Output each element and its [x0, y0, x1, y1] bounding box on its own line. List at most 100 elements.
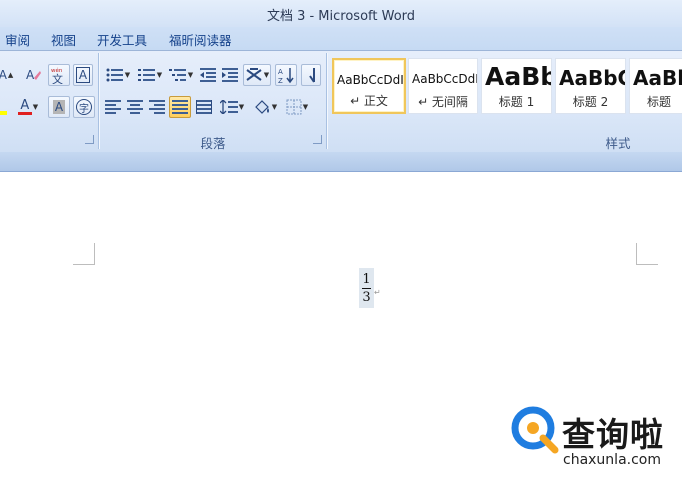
distributed-button[interactable] [194, 96, 214, 118]
fraction-denominator: 3 [362, 289, 371, 305]
style-name: ↵ 正文 [350, 94, 388, 108]
style-sample: AaBl [633, 66, 682, 90]
bullets-button[interactable]: ▼ [103, 64, 133, 86]
group-separator [98, 53, 99, 149]
style-title[interactable]: AaBl 标题 [629, 58, 682, 114]
distributed-icon [196, 100, 212, 114]
style-heading-1[interactable]: AaBb 标题 1 [481, 58, 552, 114]
fraction-equation[interactable]: 1 3 [359, 268, 374, 308]
align-center-icon [127, 100, 143, 114]
font-dialog-launcher[interactable] [85, 135, 94, 144]
tab-view[interactable]: 视图 [51, 30, 76, 49]
svg-text:A: A [278, 68, 283, 76]
align-left-button[interactable] [103, 96, 123, 118]
chevron-down-icon: ▼ [238, 103, 245, 111]
grow-font-icon: A [0, 68, 7, 82]
chevron-down-icon: ▼ [32, 103, 39, 111]
clear-format-button[interactable]: A [22, 64, 44, 86]
ribbon-bottom-strip [0, 152, 682, 172]
char-shading-button[interactable]: A [48, 96, 70, 118]
style-name: ↵ 无间隔 [418, 95, 468, 109]
margin-corner-left [73, 243, 95, 265]
chevron-down-icon: ▼ [271, 103, 278, 111]
style-sample: AaBbCcDdI [337, 73, 404, 87]
svg-text:A: A [26, 68, 35, 82]
chevron-down-icon: ▼ [302, 103, 309, 111]
borders-button[interactable]: ▼ [282, 96, 312, 118]
show-marks-button[interactable] [301, 64, 321, 86]
paragraph-dialog-launcher[interactable] [313, 135, 322, 144]
watermark-logo-icon [511, 406, 559, 454]
align-center-button[interactable] [125, 96, 145, 118]
font-color-icon: A [17, 98, 32, 115]
align-right-button[interactable] [147, 96, 167, 118]
line-spacing-button[interactable]: ▼ [218, 96, 246, 118]
decrease-indent-button[interactable] [198, 64, 218, 86]
borders-icon [286, 99, 302, 115]
sort-button[interactable]: A Z [275, 64, 297, 86]
chevron-down-icon: ▼ [156, 71, 163, 79]
word-window: 文档 3 - Microsoft Word 审阅 视图 开发工具 福昕阅读器 A… [0, 0, 682, 490]
group-separator [326, 53, 327, 149]
font-color-button[interactable]: A ▼ [12, 96, 44, 118]
grow-font-button[interactable]: A ▲ [0, 64, 16, 86]
svg-text:文: 文 [52, 72, 63, 84]
tab-review[interactable]: 审阅 [5, 30, 30, 49]
decrease-indent-icon [200, 68, 216, 82]
ribbon: A ▲ A wén 文 A A ▼ A 字 ▼ ▼ ▼ ▼ A Z ▼ ▼ ▼ … [0, 51, 682, 152]
multilevel-list-icon [168, 69, 186, 81]
align-right-icon [149, 100, 165, 114]
justify-icon [172, 100, 188, 114]
caret-icon: ▲ [7, 71, 14, 79]
window-title: 文档 3 - Microsoft Word [266, 9, 416, 24]
tab-developer[interactable]: 开发工具 [97, 30, 147, 49]
style-sample: AaBbC [559, 66, 626, 90]
style-name: 标题 2 [572, 95, 609, 109]
style-name: 标题 [646, 95, 671, 109]
justify-button[interactable] [169, 96, 191, 118]
fraction-bar [362, 287, 371, 289]
style-normal[interactable]: AaBbCcDdI ↵ 正文 [332, 58, 406, 114]
chevron-down-icon: ▼ [124, 71, 131, 79]
watermark-brand: 查询啦 [562, 415, 664, 454]
tab-foxit-reader[interactable]: 福昕阅读器 [169, 30, 232, 49]
style-no-spacing[interactable]: AaBbCcDdI ↵ 无间隔 [408, 58, 478, 114]
chinese-layout-icon [246, 68, 262, 81]
phonetic-guide-button[interactable]: wén 文 [48, 64, 70, 86]
highlight-color-button[interactable] [0, 96, 10, 118]
title-bar: 文档 3 - Microsoft Word [0, 0, 682, 27]
styles-group-label: 样式 [605, 136, 631, 151]
char-border-button[interactable]: A [73, 64, 93, 86]
fraction-numerator: 1 [362, 271, 371, 287]
svg-text:Z: Z [278, 77, 283, 84]
increase-indent-button[interactable] [220, 64, 240, 86]
style-sample: AaBbCcDdI [412, 72, 478, 86]
align-left-icon [105, 100, 121, 114]
chevron-down-icon: ▼ [263, 71, 270, 79]
highlight-color-icon [0, 111, 7, 115]
numbering-button[interactable]: ▼ [135, 64, 165, 86]
paint-bucket-icon [254, 100, 269, 114]
ribbon-tabs: 审阅 视图 开发工具 福昕阅读器 [0, 27, 682, 51]
shading-button[interactable]: ▼ [250, 96, 280, 118]
chinese-layout-button[interactable]: ▼ [243, 64, 271, 86]
style-heading-2[interactable]: AaBbC 标题 2 [555, 58, 626, 114]
char-shading-icon: A [52, 100, 66, 114]
clear-format-icon: A [26, 68, 41, 82]
phonetic-guide-icon: wén 文 [51, 67, 63, 84]
char-border-icon: A [75, 67, 91, 83]
line-spacing-icon [219, 100, 238, 114]
chevron-down-icon: ▼ [187, 71, 194, 79]
multilevel-list-button[interactable]: ▼ [167, 64, 195, 86]
sort-icon: A Z [278, 68, 294, 84]
paragraph-group-label: 段落 [200, 136, 226, 151]
paragraph-mark-icon [309, 68, 315, 83]
font-color-letter: A [20, 98, 30, 113]
paragraph-mark-icon: ↵ [374, 288, 381, 297]
style-sample: AaBb [485, 62, 552, 91]
enclose-char-button[interactable]: 字 [73, 96, 95, 118]
style-name: 标题 1 [498, 95, 535, 109]
watermark-url: chaxunla.com [563, 452, 661, 468]
bullets-icon [106, 68, 123, 82]
increase-indent-icon [222, 68, 238, 82]
